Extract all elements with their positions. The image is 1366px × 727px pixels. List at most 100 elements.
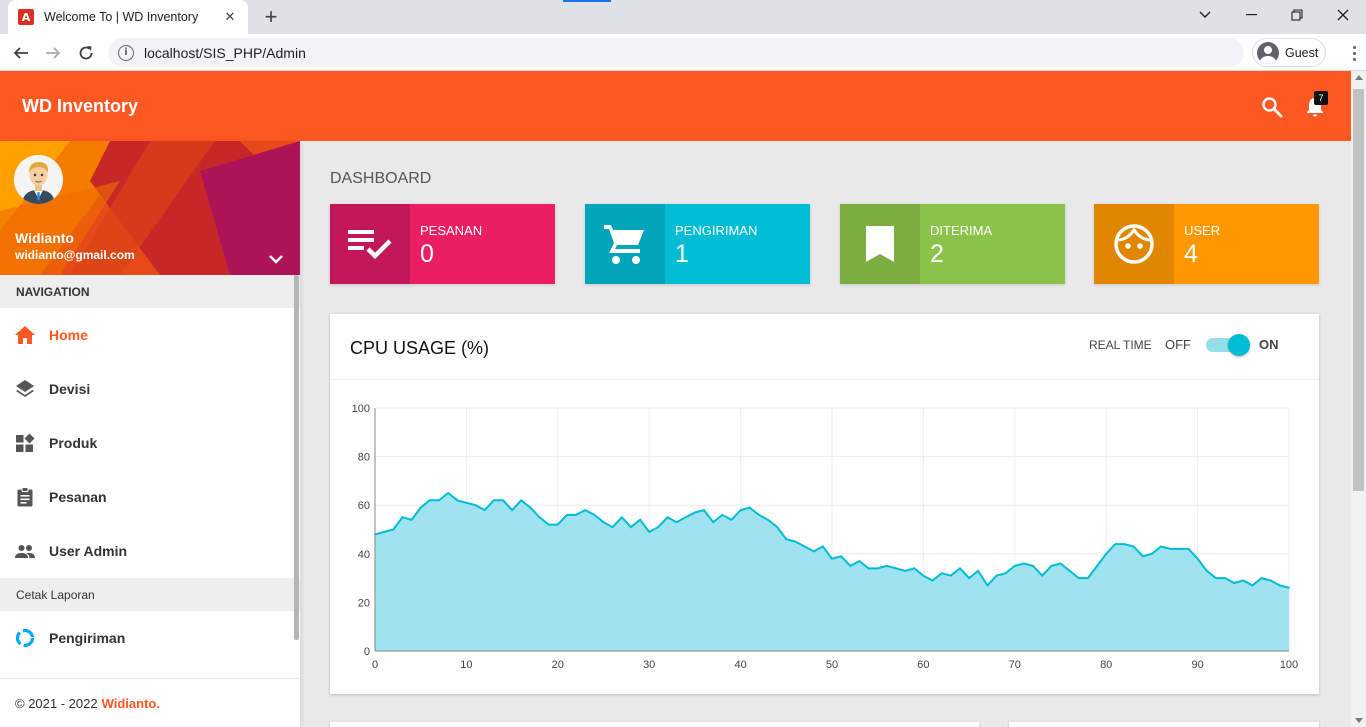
cpu-card-title: CPU USAGE (%) (350, 338, 490, 358)
cpu-data-point (1041, 574, 1044, 577)
cpu-data-point (483, 509, 486, 511)
user-menu-chevron-down-icon[interactable] (268, 253, 284, 265)
cpu-data-point (666, 516, 669, 519)
sidebar-item-pesanan[interactable]: Pesanan (0, 470, 300, 524)
copyright-author[interactable]: Widianto. (102, 696, 160, 711)
info-box-value: 4 (1184, 240, 1198, 268)
cpu-data-point (858, 560, 861, 562)
realtime-label: REAL TIME (1089, 338, 1152, 352)
playlist-check-icon (330, 204, 410, 284)
cpu-data-point (675, 521, 678, 524)
restore-icon (1291, 9, 1303, 21)
notification-badge: 7 (1314, 91, 1328, 105)
cpu-data-point (831, 557, 833, 560)
sidebar-item-user-admin[interactable]: User Admin (0, 524, 300, 578)
cpu-data-point (931, 579, 934, 582)
info-box-pesanan[interactable]: PESANAN 0 (330, 204, 555, 284)
clipboard-icon (14, 486, 36, 508)
cpu-data-point (557, 523, 559, 526)
sidebar-item-label: Pesanan (49, 489, 107, 505)
sidebar-item-label: Home (49, 327, 88, 343)
cpu-data-point (730, 518, 733, 521)
cpu-data-point (1196, 557, 1199, 560)
chart-x-tick-label: 30 (643, 659, 655, 671)
info-box-pengiriman[interactable]: PENGIRIMAN 1 (585, 204, 810, 284)
cpu-data-point (694, 511, 696, 514)
chart-y-tick-label: 100 (352, 403, 370, 415)
sidebar-scrollbar[interactable] (294, 275, 299, 640)
scroll-up-icon[interactable] (1355, 75, 1363, 80)
user-avatar[interactable] (14, 155, 63, 204)
forward-button[interactable] (40, 40, 66, 66)
tab-close-icon[interactable]: ✕ (222, 9, 238, 25)
info-box-diterima[interactable]: DITERIMA 2 (840, 204, 1065, 284)
sidebar-item-label: Produk (49, 435, 98, 451)
sidebar-item-pengiriman[interactable]: Pengiriman (0, 611, 300, 665)
cpu-data-point (758, 514, 760, 516)
face-icon (1094, 204, 1174, 284)
restore-button[interactable] (1274, 0, 1320, 30)
info-box-label: DITERIMA (930, 223, 993, 238)
cpu-data-point (1023, 562, 1025, 565)
cpu-usage-card: CPU USAGE (%) REAL TIME OFF ON 0 20 40 60 80… (330, 314, 1319, 694)
browser-tab[interactable]: A Welcome To | WD Inventory ✕ (8, 0, 248, 34)
cpu-data-point (584, 509, 587, 511)
scroll-down-icon[interactable] (1355, 718, 1363, 723)
cpu-data-point (1242, 579, 1245, 582)
cpu-data-point (995, 574, 998, 577)
user-email: widianto@gmail.com (15, 248, 135, 262)
info-box-value: 2 (930, 240, 944, 268)
site-info-icon[interactable]: i (118, 44, 134, 61)
cpu-data-point (950, 574, 952, 577)
sidebar: Widianto widianto@gmail.com NAVIGATION H… (0, 141, 300, 727)
chart-y-tick-label: 20 (358, 597, 370, 609)
tab-title: Welcome To | WD Inventory (44, 10, 199, 24)
cpu-data-point (1269, 579, 1272, 582)
cpu-data-point (794, 540, 797, 543)
new-tab-button[interactable]: + (258, 4, 284, 30)
next-card-peek (1009, 722, 1319, 727)
cpu-data-point (922, 574, 925, 577)
browser-tabstrip: A Welcome To | WD Inventory ✕ + (0, 0, 1366, 34)
cpu-data-point (977, 570, 980, 572)
app-favicon-icon: A (18, 9, 34, 25)
chart-x-tick-label: 0 (372, 659, 378, 671)
tab-search-button[interactable] (1182, 0, 1228, 30)
toggle-knob[interactable] (1228, 334, 1250, 356)
realtime-on-label: ON (1259, 337, 1279, 352)
cpu-data-point (511, 509, 513, 511)
address-bar[interactable]: i localhost/SIS_PHP/Admin (108, 38, 1244, 67)
cpu-data-point (529, 506, 532, 509)
info-box-user[interactable]: USER 4 (1094, 204, 1319, 284)
cpu-card-header: CPU USAGE (%) REAL TIME OFF ON (330, 314, 1319, 380)
cpu-data-point (419, 506, 422, 509)
cpu-data-point (429, 499, 431, 502)
cpu-data-point (1279, 584, 1281, 587)
info-box-label: PENGIRIMAN (675, 223, 758, 238)
sidebar-item-produk[interactable]: Produk (0, 416, 300, 470)
url-text: localhost/SIS_PHP/Admin (144, 44, 306, 61)
chart-x-tick-label: 100 (1280, 659, 1298, 671)
brand-title[interactable]: WD Inventory (22, 96, 138, 117)
cpu-data-point (876, 567, 879, 570)
cpu-data-point (538, 516, 541, 519)
back-button[interactable] (8, 40, 34, 66)
page-scrollbar[interactable] (1351, 71, 1366, 727)
close-window-button[interactable] (1320, 0, 1366, 30)
minimize-button[interactable] (1228, 0, 1274, 30)
cpu-data-point (456, 499, 459, 502)
browser-menu-icon[interactable] (1346, 42, 1362, 64)
sidebar-item-devisi[interactable]: Devisi (0, 362, 300, 416)
page-scroll-thumb[interactable] (1353, 89, 1364, 491)
cpu-data-point (895, 567, 897, 570)
cpu-data-point (849, 565, 852, 567)
search-icon[interactable] (1261, 96, 1283, 118)
reload-button[interactable] (73, 40, 99, 66)
cpu-data-point (438, 499, 440, 502)
layers-icon (14, 378, 36, 400)
nav-header: NAVIGATION (0, 275, 300, 308)
sidebar-item-home[interactable]: Home (0, 308, 300, 362)
profile-button[interactable]: Guest (1252, 38, 1326, 67)
chart-y-tick-label: 40 (358, 549, 370, 561)
realtime-toggle[interactable] (1206, 334, 1250, 356)
